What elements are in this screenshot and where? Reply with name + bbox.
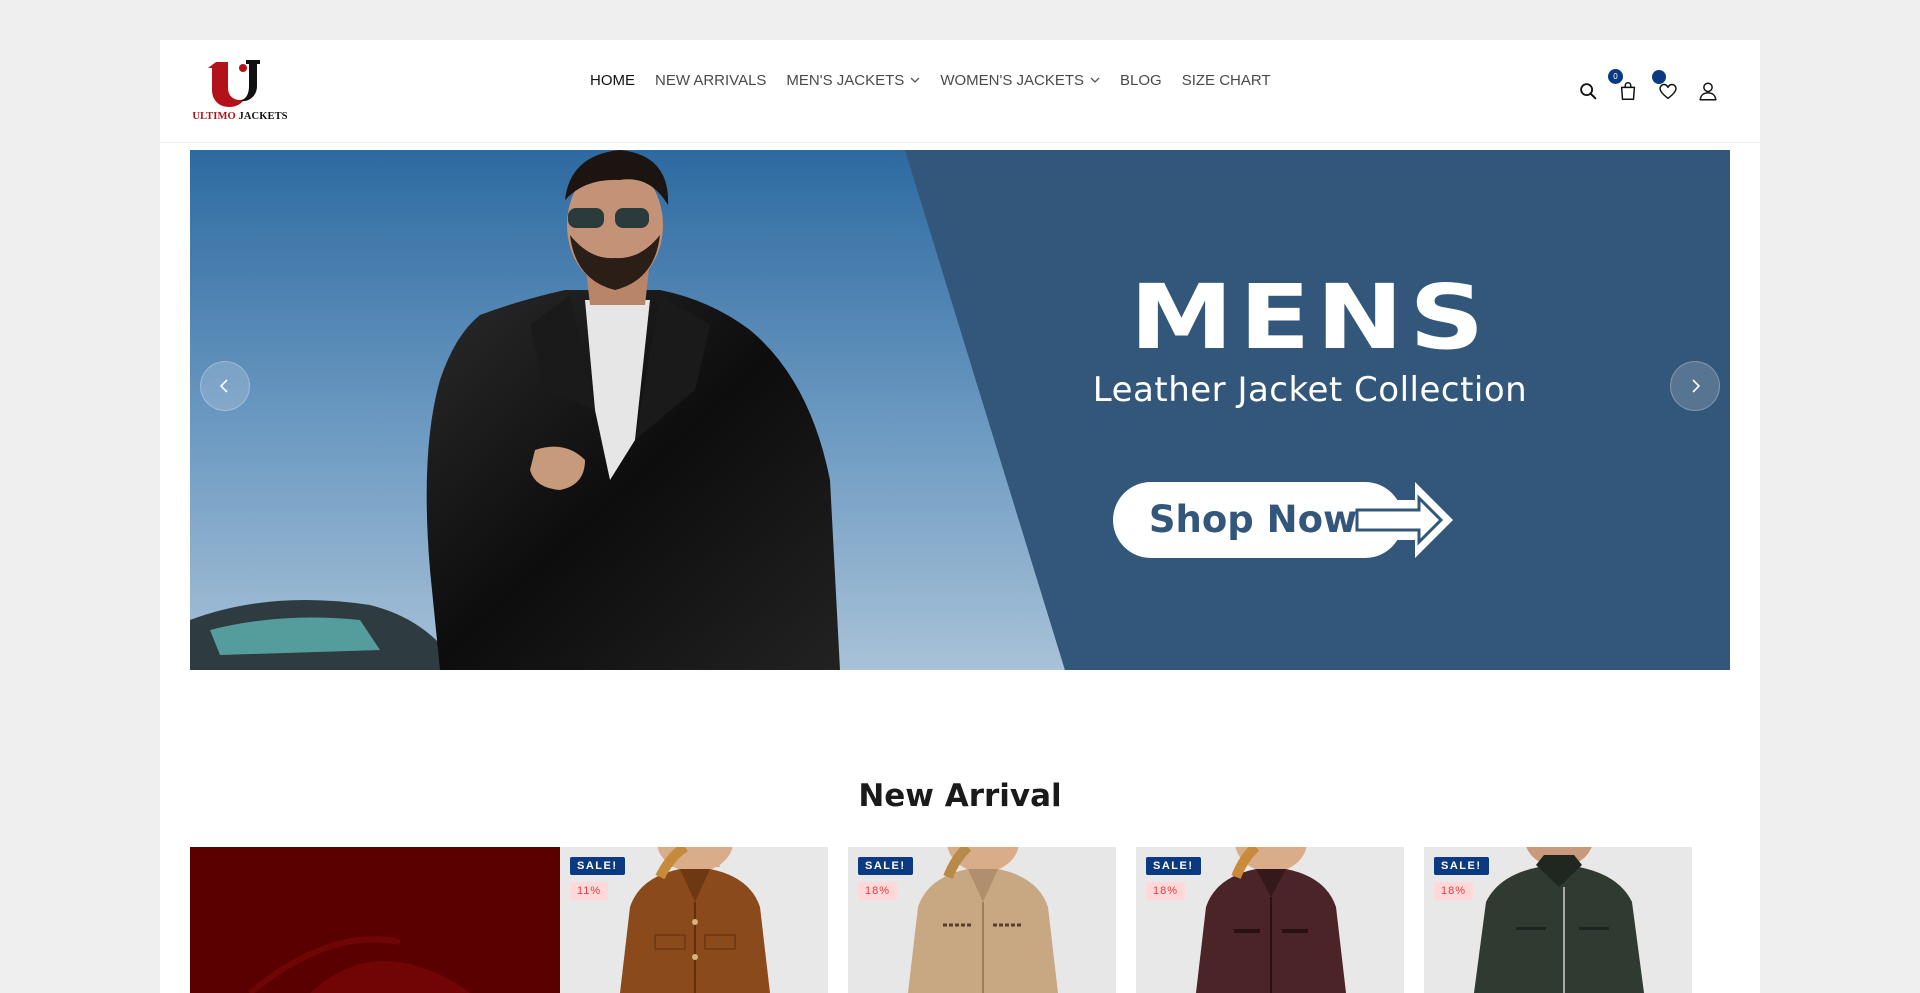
slider-next-button[interactable]: [1670, 361, 1720, 411]
shop-now-label: Shop Now: [1148, 498, 1358, 541]
sale-badge: SALE!: [858, 857, 913, 875]
logo-word-jackets: JACKETS: [238, 111, 288, 122]
site-header: ULTIMO JACKETS HOME NEW ARRIVALS MEN'S J…: [160, 40, 1760, 143]
slider-prev-button[interactable]: [200, 361, 250, 411]
main-nav: HOME NEW ARRIVALS MEN'S JACKETS WOMEN'S …: [590, 70, 1271, 90]
chevron-down-icon: [1090, 77, 1100, 83]
promo-image: [190, 847, 560, 993]
nav-home[interactable]: HOME: [590, 72, 635, 89]
product-card[interactable]: SALE! 11%: [560, 847, 828, 993]
logo-word-ultimo: ULTIMO: [192, 111, 236, 122]
nav-home-label: HOME: [590, 71, 635, 89]
sale-badge: SALE!: [570, 857, 625, 875]
nav-mens-jackets-label: MEN'S JACKETS: [786, 71, 905, 89]
wishlist-button[interactable]: [1652, 70, 1680, 103]
nav-womens-jackets[interactable]: WOMEN'S JACKETS: [940, 72, 1100, 89]
hero-slider: MENS Leather Jacket Collection Shop Now: [190, 150, 1730, 670]
header-icons: 0: [1576, 69, 1720, 106]
chevron-left-icon: [219, 379, 228, 393]
user-icon: [1699, 82, 1717, 101]
account-button[interactable]: [1696, 79, 1720, 103]
cart-button[interactable]: 0: [1608, 69, 1640, 103]
nav-new-arrivals-label: NEW ARRIVALS: [655, 71, 767, 89]
hero-subtitle: Leather Jacket Collection: [1092, 370, 1528, 410]
product-card[interactable]: SALE! 18%: [1136, 847, 1404, 993]
search-icon: [1580, 83, 1597, 100]
product-card[interactable]: SALE! 18%: [848, 847, 1116, 993]
discount-badge: 11%: [570, 882, 609, 900]
hero-title: MENS: [1129, 264, 1491, 370]
nav-mens-jackets[interactable]: MEN'S JACKETS: [786, 72, 920, 89]
discount-badge: 18%: [1434, 882, 1474, 900]
nav-womens-jackets-label: WOMEN'S JACKETS: [940, 71, 1085, 89]
nav-new-arrivals[interactable]: NEW ARRIVALS: [655, 72, 766, 89]
nav-size-chart[interactable]: SIZE CHART: [1182, 72, 1271, 89]
chevron-down-icon: [910, 77, 920, 83]
promo-banner-card[interactable]: [190, 847, 560, 993]
discount-badge: 18%: [858, 882, 898, 900]
wishlist-badge: [1652, 70, 1666, 84]
discount-badge: 18%: [1146, 882, 1186, 900]
hero-image: [190, 150, 1730, 670]
new-arrival-title: New Arrival: [858, 778, 1062, 814]
product-card[interactable]: SALE! 18%: [1424, 847, 1692, 993]
sale-badge: SALE!: [1434, 857, 1489, 875]
nav-blog[interactable]: BLOG: [1120, 72, 1162, 89]
chevron-right-icon: [1692, 379, 1701, 393]
sale-badge: SALE!: [1146, 857, 1201, 875]
cart-icon: [1620, 82, 1636, 100]
cart-count-badge: 0: [1608, 69, 1623, 84]
logo-mark-icon: [208, 60, 260, 107]
shop-now-button[interactable]: Shop Now: [1113, 482, 1453, 558]
page-container: ULTIMO JACKETS HOME NEW ARRIVALS MEN'S J…: [160, 40, 1760, 993]
logo[interactable]: ULTIMO JACKETS: [190, 58, 290, 124]
search-button[interactable]: [1576, 79, 1600, 103]
nav-blog-label: BLOG: [1120, 71, 1162, 89]
nav-size-chart-label: SIZE CHART: [1181, 71, 1271, 89]
logo-text: ULTIMO JACKETS: [190, 111, 290, 122]
